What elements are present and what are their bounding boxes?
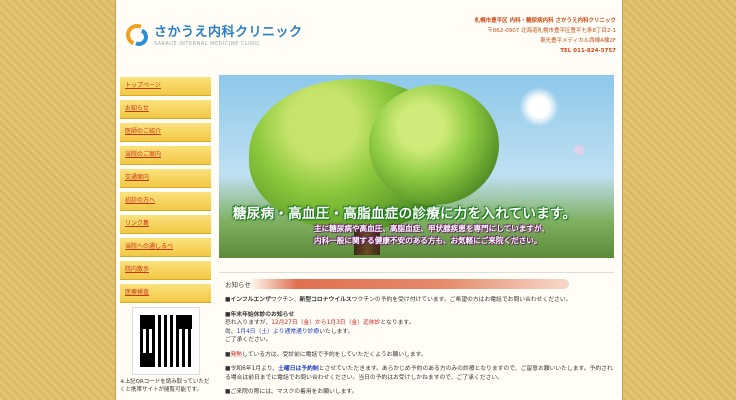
sidebar-nav: トップページ お知らせ 医師のご紹介 当院のご案内 交通案内 初診の方へ リンク… xyxy=(120,77,211,394)
clinic-logo[interactable]: さかうえ内科クリニック SAKAUE INTERNAL MEDICINE CLI… xyxy=(122,20,303,50)
address-line-2: 東光豊平メディカル西棟A棟2F xyxy=(539,38,616,44)
nav-item-clinic-guide[interactable]: 当院のご案内 xyxy=(120,146,211,165)
sun-icon xyxy=(519,87,559,127)
nav-item-first-visit[interactable]: 初診の方へ xyxy=(120,192,211,211)
qr-code-icon xyxy=(140,315,192,367)
nav-item-medical-tests[interactable]: 医療検査 xyxy=(120,284,211,303)
lens-flare xyxy=(574,145,584,155)
news-item-vaccine: ■インフルエンザワクチン、新型コロナウイルスワクチンの予約を受け付けています。ご… xyxy=(225,297,572,303)
address-line-1: 〒062-0907 北海道札幌市豊平区豊平七条8丁目2-1 xyxy=(487,28,616,34)
news-item-saturday: ■令和6年1月より、土曜日は予約制とさせていただきます。あらかじめ予約のある方の… xyxy=(225,366,613,381)
nav-item-links[interactable]: リンク集 xyxy=(120,215,211,234)
header-info: 札幌市豊平区 内科・糖尿病内科 さかうえ内科クリニック 〒062-0907 北海… xyxy=(475,16,616,56)
brush-decoration xyxy=(249,279,569,289)
nav-item-directions[interactable]: 当院への通しるべ xyxy=(120,238,211,257)
phone-number: TEL 011-824-5757 xyxy=(560,48,616,54)
news-title: お知らせ xyxy=(225,281,251,289)
news-body: ■インフルエンザワクチン、新型コロナウイルスワクチンの予約を受け付けています。ご… xyxy=(219,293,614,397)
news-section: お知らせ ■インフルエンザワクチン、新型コロナウイルスワクチンの予約を受け付けて… xyxy=(219,272,614,400)
hero-sub-line-1: 主に糖尿病や高血圧、高脂血症、甲状腺疾患を専門にしていますが、 xyxy=(314,224,550,233)
news-header: お知らせ xyxy=(219,272,614,293)
news-item-mask: ■ご来院の際には、マスクの着用をお願いします。 xyxy=(225,389,358,395)
nav-item-access[interactable]: 交通案内 xyxy=(120,169,211,188)
logo-swirl-icon xyxy=(122,20,152,50)
header: さかうえ内科クリニック SAKAUE INTERNAL MEDICINE CLI… xyxy=(116,0,622,68)
nav-item-doctor[interactable]: 医師のご紹介 xyxy=(120,123,211,142)
logo-subtitle: SAKAUE INTERNAL MEDICINE CLINIC xyxy=(154,41,261,47)
hero-subtitle: 主に糖尿病や高血圧、高脂血症、甲状腺疾患を専門にしていますが、 内科一般に関する… xyxy=(314,223,549,247)
logo-title: さかうえ内科クリニック xyxy=(154,25,303,40)
qr-code xyxy=(132,307,200,375)
nav-item-clinic-walk[interactable]: 院内散歩 xyxy=(120,261,211,280)
nav-item-news[interactable]: お知らせ xyxy=(120,100,211,119)
hero-title: 糖尿病・高血圧・高脂血症の診療に力を入れています。 xyxy=(233,206,577,222)
qr-note: ※上記QRコードを読み取っていただくと携帯サイトが閲覧可能です。 xyxy=(120,379,210,393)
tree-canopy-right xyxy=(369,85,499,205)
news-item-fever: ■発熱している方は、受診前に電話で予約をしていただくようお願いします。 xyxy=(225,351,427,358)
news-item-holiday: ■年末年始休診のお知らせ 恐れ入りますが、12月27日（金）から1月3日（金）迄… xyxy=(225,311,415,344)
header-tagline: 札幌市豊平区 内科・糖尿病内科 さかうえ内科クリニック xyxy=(474,18,616,24)
page-container: さかうえ内科クリニック SAKAUE INTERNAL MEDICINE CLI… xyxy=(115,0,623,400)
hero-sub-line-2: 内科一般に関する健康不安のある方も、お気軽にご来院ください。 xyxy=(314,236,542,245)
nav-item-top[interactable]: トップページ xyxy=(120,77,211,96)
hero-banner: 糖尿病・高血圧・高脂血症の診療に力を入れています。 主に糖尿病や高血圧、高脂血症… xyxy=(219,75,614,258)
